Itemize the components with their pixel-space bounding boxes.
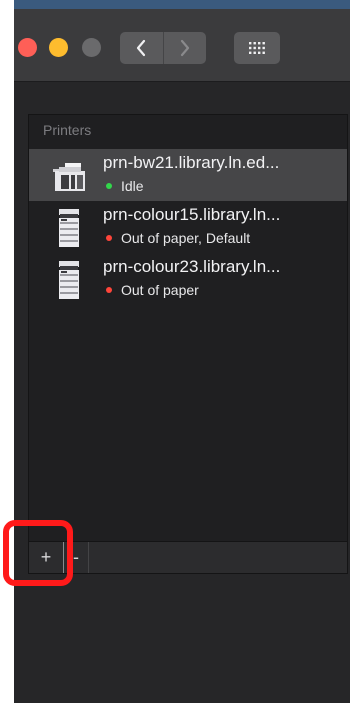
printer-name: prn-colour15.library.ln... — [103, 205, 281, 224]
chevron-left-icon — [137, 39, 146, 57]
add-printer-button[interactable]: + — [29, 542, 64, 573]
show-all-button[interactable] — [234, 32, 280, 64]
system-preferences-window: Printers prn-bw21.library.ln.ed... Idle — [14, 0, 350, 703]
printer-status: Idle — [103, 178, 144, 194]
printer-name: prn-bw21.library.ln.ed... — [103, 153, 280, 172]
printers-list-header: Printers — [43, 122, 92, 138]
printer-row-colour23[interactable]: prn-colour23.library.ln... Out of paper — [29, 253, 347, 305]
chevron-right-icon — [180, 39, 189, 57]
back-button[interactable] — [120, 32, 163, 64]
printer-icon — [59, 261, 79, 299]
printer-row-bw21[interactable]: prn-bw21.library.ln.ed... Idle — [29, 149, 347, 201]
printers-list-toolbar: + - — [28, 542, 348, 574]
navigation-buttons — [120, 32, 206, 64]
printers-pane: Printers prn-bw21.library.ln.ed... Idle — [14, 82, 350, 703]
title-bar — [14, 9, 350, 82]
minimize-window-button[interactable] — [49, 38, 68, 57]
forward-button[interactable] — [162, 32, 207, 64]
printer-icon — [53, 163, 85, 191]
printers-list: Printers prn-bw21.library.ln.ed... Idle — [28, 114, 348, 542]
window-top-strip — [14, 0, 350, 9]
grid-icon — [249, 42, 265, 54]
printer-status-text: Out of paper, Default — [121, 230, 251, 246]
close-window-button[interactable] — [18, 38, 37, 57]
printer-row-colour15[interactable]: prn-colour15.library.ln... Out of paper,… — [29, 201, 347, 253]
printer-status-text: Idle — [121, 178, 144, 194]
zoom-window-button[interactable] — [82, 38, 101, 57]
status-idle-dot — [106, 183, 112, 189]
remove-printer-button[interactable]: - — [64, 542, 89, 573]
printer-status: Out of paper, Default — [103, 230, 250, 246]
printer-status-text: Out of paper — [121, 282, 199, 298]
printer-status: Out of paper — [103, 282, 199, 298]
printer-icon — [59, 209, 79, 247]
status-error-dot — [106, 287, 112, 293]
status-error-dot — [106, 235, 112, 241]
printer-name: prn-colour23.library.ln... — [103, 257, 281, 276]
